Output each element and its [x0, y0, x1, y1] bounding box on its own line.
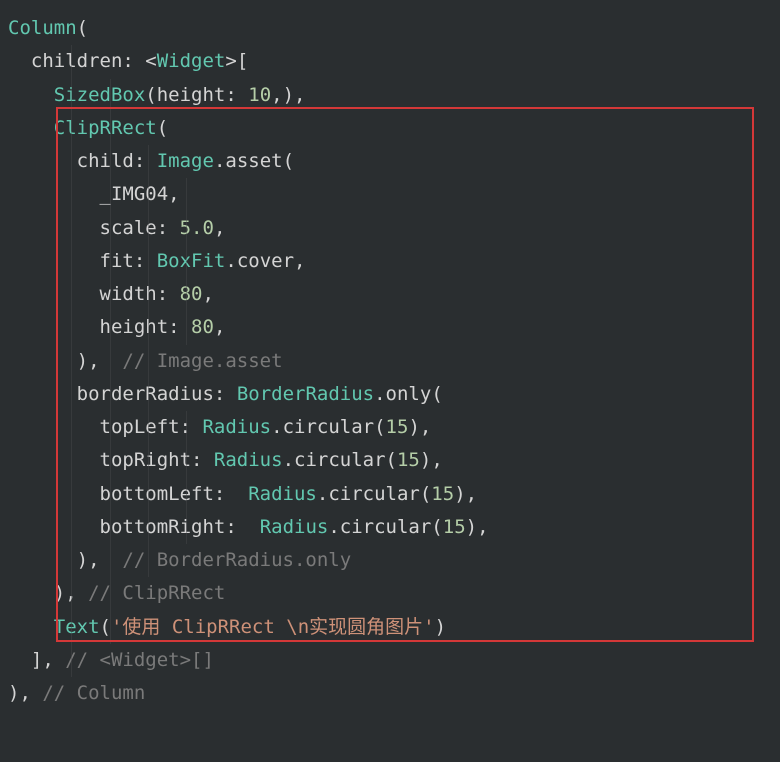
comment-column: // Column [42, 682, 145, 704]
code-line: ), // Column [8, 677, 772, 710]
type-cliprrect: ClipRRect [54, 117, 157, 139]
type-radius2: Radius [214, 449, 283, 471]
code-line: SizedBox(height: 10,), [8, 79, 772, 112]
code-line: Text('使用 ClipRRect \n实现圆角图片') [8, 611, 772, 644]
code-line: child: Image.asset( [8, 145, 772, 178]
code-line: scale: 5.0, [8, 212, 772, 245]
param-height: height [157, 84, 226, 106]
param-topleft: topLeft [100, 416, 180, 438]
param-borderradius: borderRadius [77, 383, 214, 405]
type-radius4: Radius [260, 516, 329, 538]
num-10: 10 [248, 84, 271, 106]
num-5: 5.0 [180, 217, 214, 239]
code-line: ClipRRect( [8, 112, 772, 145]
type-widget: Widget [157, 50, 226, 72]
method-circular2: circular [294, 449, 386, 471]
type-radius1: Radius [202, 416, 271, 438]
num-15c: 15 [431, 483, 454, 505]
comment-borderradius: // BorderRadius.only [122, 549, 351, 571]
num-15a: 15 [386, 416, 409, 438]
code-line: Column( [8, 12, 772, 45]
string-text: '使用 ClipRRect \n实现圆角图片' [111, 616, 435, 638]
code-line: bottomLeft: Radius.circular(15), [8, 478, 772, 511]
code-line: borderRadius: BorderRadius.only( [8, 378, 772, 411]
code-line: _IMG04, [8, 178, 772, 211]
comment-widget: // <Widget>[] [65, 649, 214, 671]
code-line: fit: BoxFit.cover, [8, 245, 772, 278]
type-image: Image [157, 150, 214, 172]
num-80w: 80 [180, 283, 203, 305]
method-circular3: circular [328, 483, 420, 505]
param-fit: fit [100, 250, 134, 272]
comment-image-asset: // Image.asset [122, 350, 282, 372]
num-80h: 80 [191, 316, 214, 338]
code-editor[interactable]: Column( children: <Widget>[ SizedBox(hei… [8, 12, 772, 710]
code-line: width: 80, [8, 278, 772, 311]
method-circular1: circular [283, 416, 375, 438]
param-child: child [77, 150, 134, 172]
param-topright: topRight [100, 449, 192, 471]
method-cover: cover [237, 250, 294, 272]
type-column: Column [8, 17, 77, 39]
code-line: ), // Image.asset [8, 345, 772, 378]
num-15d: 15 [443, 516, 466, 538]
method-asset: asset [225, 150, 282, 172]
code-line: ), // BorderRadius.only [8, 544, 772, 577]
num-15b: 15 [397, 449, 420, 471]
type-text: Text [54, 616, 100, 638]
type-borderradius: BorderRadius [237, 383, 374, 405]
code-line: bottomRight: Radius.circular(15), [8, 511, 772, 544]
type-sizedbox: SizedBox [54, 84, 146, 106]
code-line: topRight: Radius.circular(15), [8, 444, 772, 477]
method-only: only [386, 383, 432, 405]
code-line: ], // <Widget>[] [8, 644, 772, 677]
code-line: ), // ClipRRect [8, 577, 772, 610]
param-bottomright: bottomRight [100, 516, 226, 538]
code-line: topLeft: Radius.circular(15), [8, 411, 772, 444]
type-boxfit: BoxFit [157, 250, 226, 272]
type-radius3: Radius [248, 483, 317, 505]
param-children: children [31, 50, 123, 72]
code-line: height: 80, [8, 311, 772, 344]
method-circular4: circular [340, 516, 432, 538]
param-bottomleft: bottomLeft [100, 483, 214, 505]
comment-cliprrect: // ClipRRect [88, 582, 225, 604]
code-line: children: <Widget>[ [8, 45, 772, 78]
